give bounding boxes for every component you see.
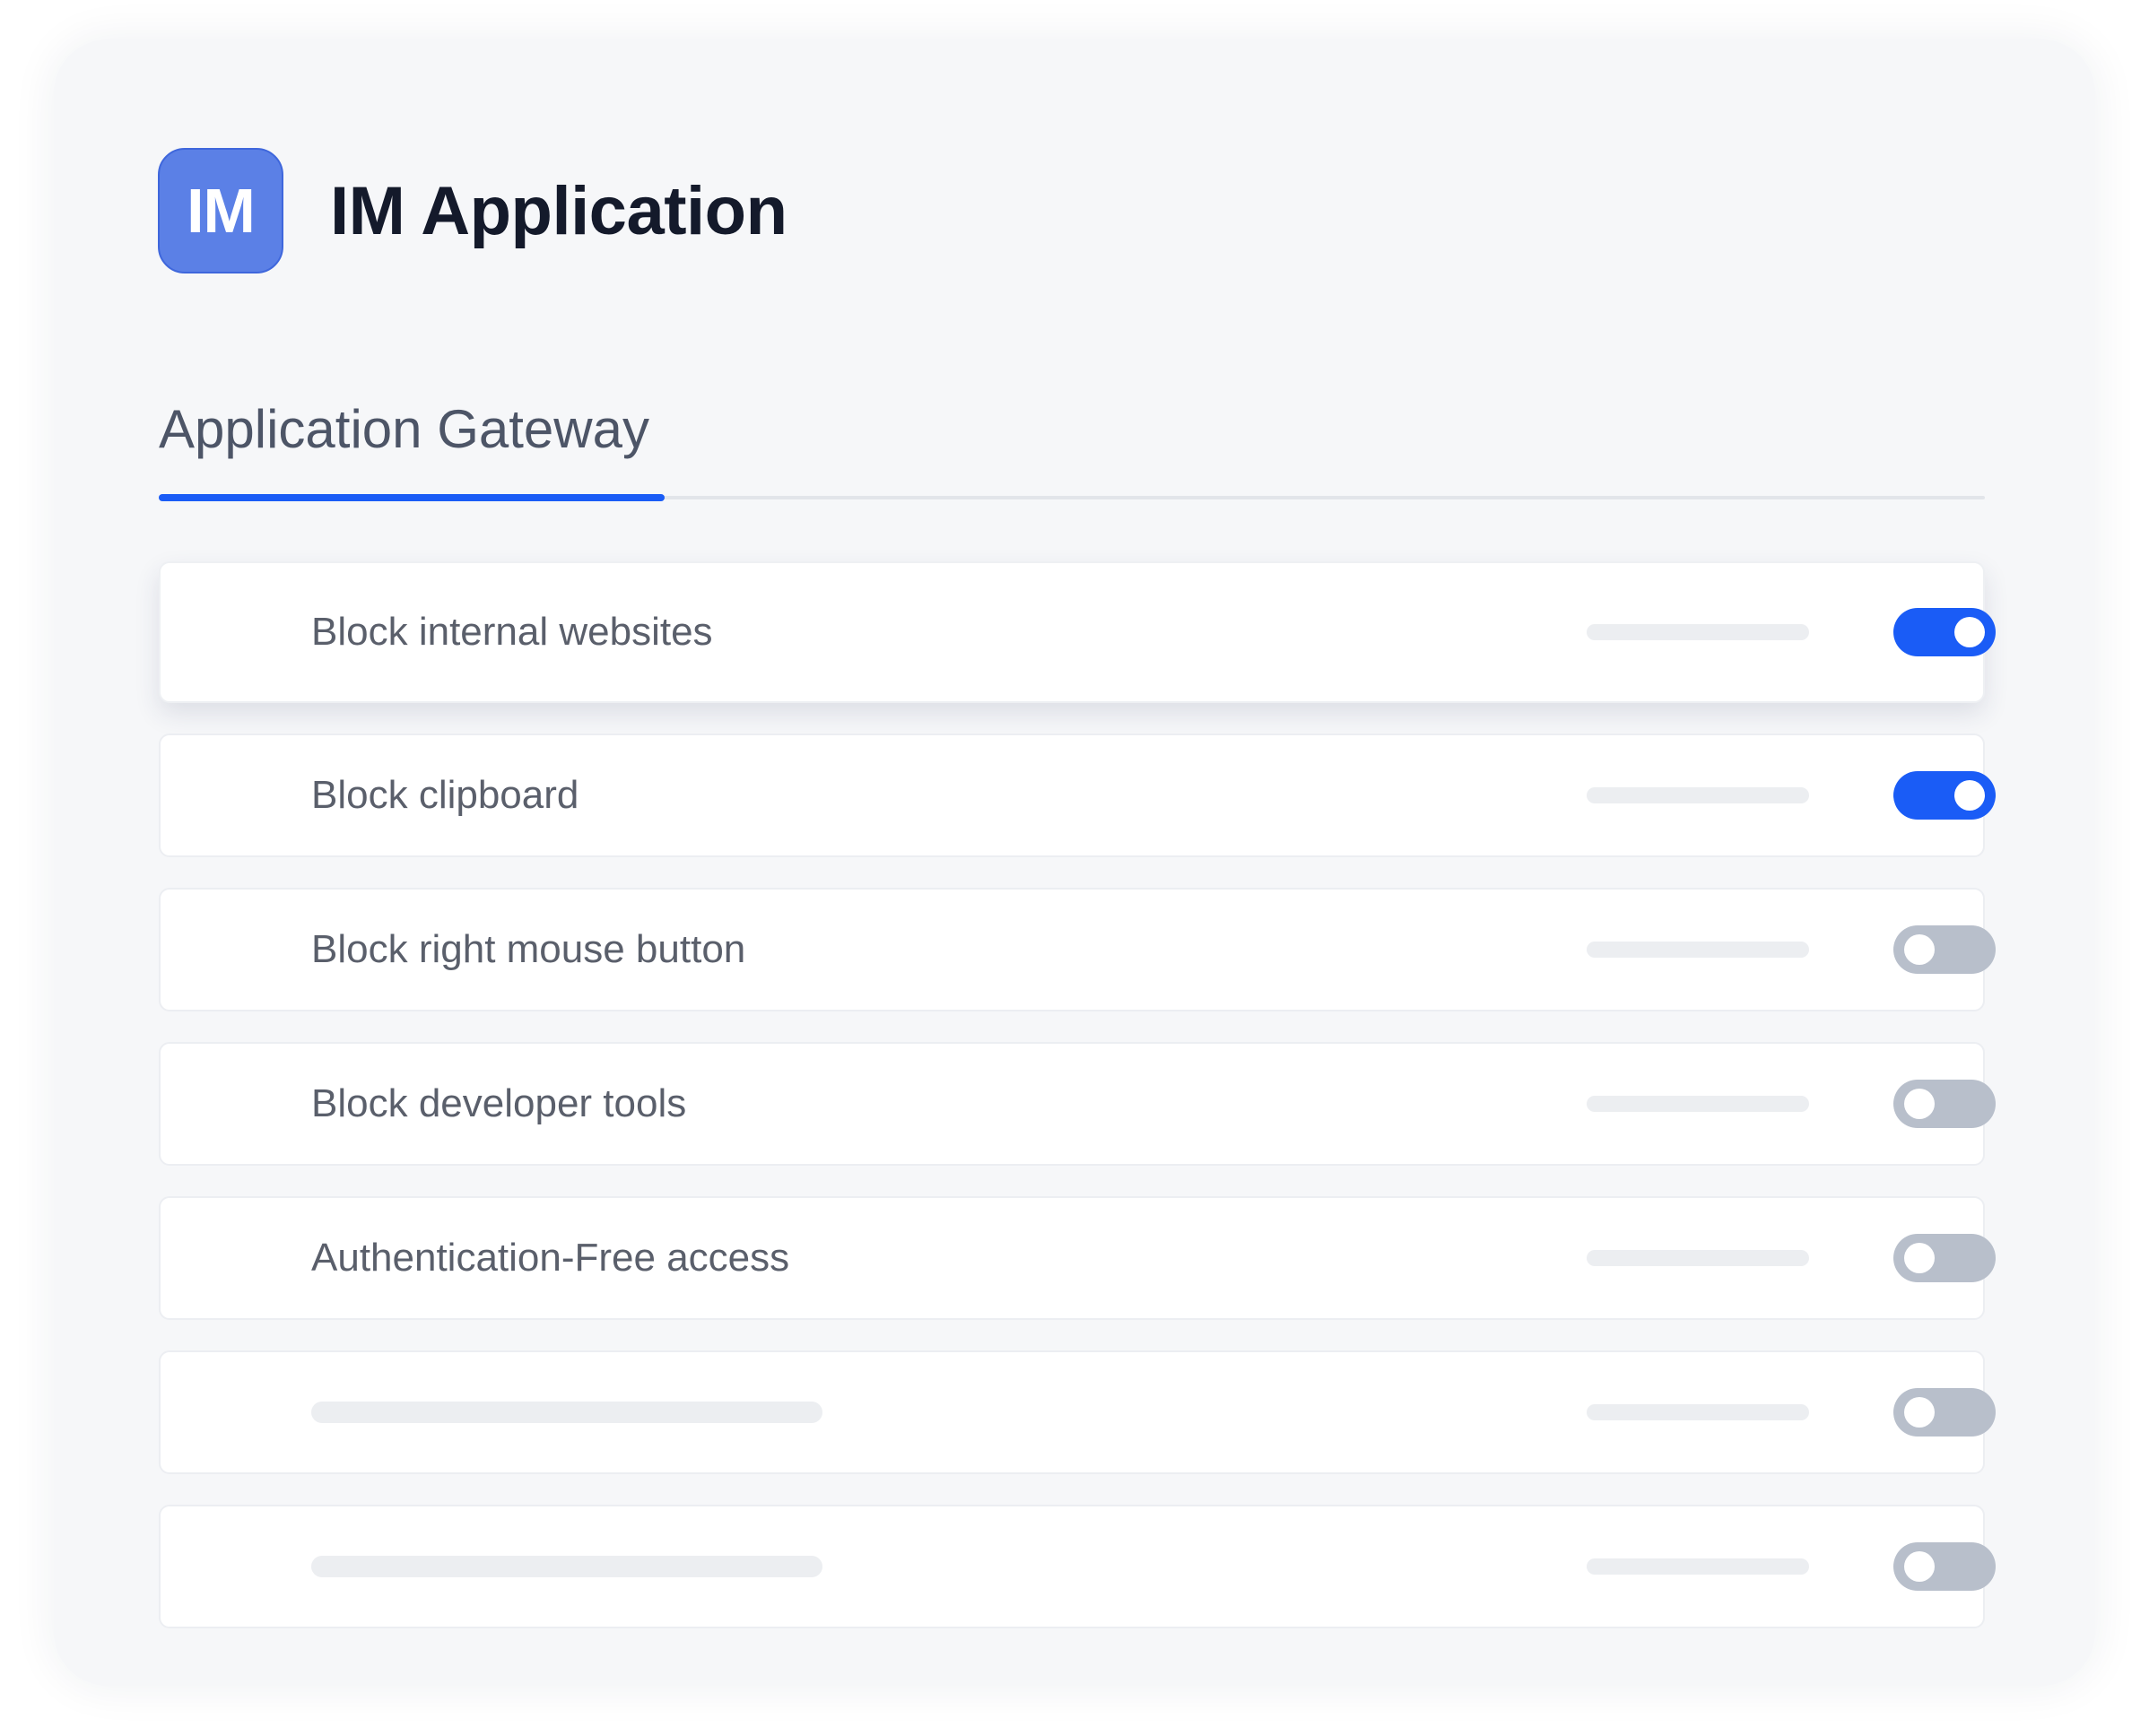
setting-label: Block internal websites — [311, 610, 713, 654]
toggle-knob — [1954, 780, 1985, 811]
toggle-knob — [1904, 1551, 1935, 1582]
setting-row-placeholder — [159, 1350, 1996, 1474]
toggle-knob — [1954, 617, 1985, 647]
toggle-knob — [1904, 1397, 1935, 1428]
value-placeholder — [1587, 624, 1809, 640]
value-placeholder — [1587, 787, 1809, 803]
authentication-free-access-toggle[interactable] — [1893, 1234, 1996, 1282]
setting-row-block-internal-websites: Block internal websites — [159, 561, 1996, 703]
app-title: IM Application — [330, 172, 787, 249]
toggle-knob — [1904, 934, 1935, 965]
setting-row-placeholder — [159, 1505, 1996, 1628]
app-header: IM IM Application — [158, 146, 787, 275]
settings-card: IM IM Application Application Gateway Bl… — [54, 39, 2095, 1686]
tab-application-gateway[interactable]: Application Gateway — [159, 398, 649, 460]
block-clipboard-toggle[interactable] — [1893, 771, 1996, 820]
toggle-knob — [1904, 1089, 1935, 1119]
setting-row-block-clipboard: Block clipboard — [159, 733, 1996, 857]
value-placeholder — [1587, 1250, 1809, 1266]
setting-label: Block clipboard — [311, 773, 579, 817]
placeholder-toggle[interactable] — [1893, 1542, 1996, 1591]
label-placeholder — [311, 1556, 822, 1577]
value-placeholder — [1587, 1096, 1809, 1112]
value-placeholder — [1587, 1404, 1809, 1420]
setting-label: Block developer tools — [311, 1081, 687, 1125]
setting-label: Authentication-Free access — [311, 1236, 790, 1280]
setting-row-authentication-free-access: Authentication-Free access — [159, 1196, 1996, 1320]
label-placeholder — [311, 1402, 822, 1423]
active-tab-indicator — [159, 494, 665, 501]
setting-row-block-developer-tools: Block developer tools — [159, 1042, 1996, 1166]
placeholder-toggle[interactable] — [1893, 1388, 1996, 1437]
app-logo: IM — [158, 148, 283, 273]
toggle-knob — [1904, 1243, 1935, 1273]
value-placeholder — [1587, 1558, 1809, 1575]
block-developer-tools-toggle[interactable] — [1893, 1080, 1996, 1128]
block-right-mouse-button-toggle[interactable] — [1893, 925, 1996, 974]
block-internal-websites-toggle[interactable] — [1893, 608, 1996, 656]
value-placeholder — [1587, 942, 1809, 958]
setting-row-block-right-mouse-button: Block right mouse button — [159, 888, 1996, 1011]
tab-bar: Application Gateway — [159, 380, 1985, 506]
setting-label: Block right mouse button — [311, 927, 746, 971]
